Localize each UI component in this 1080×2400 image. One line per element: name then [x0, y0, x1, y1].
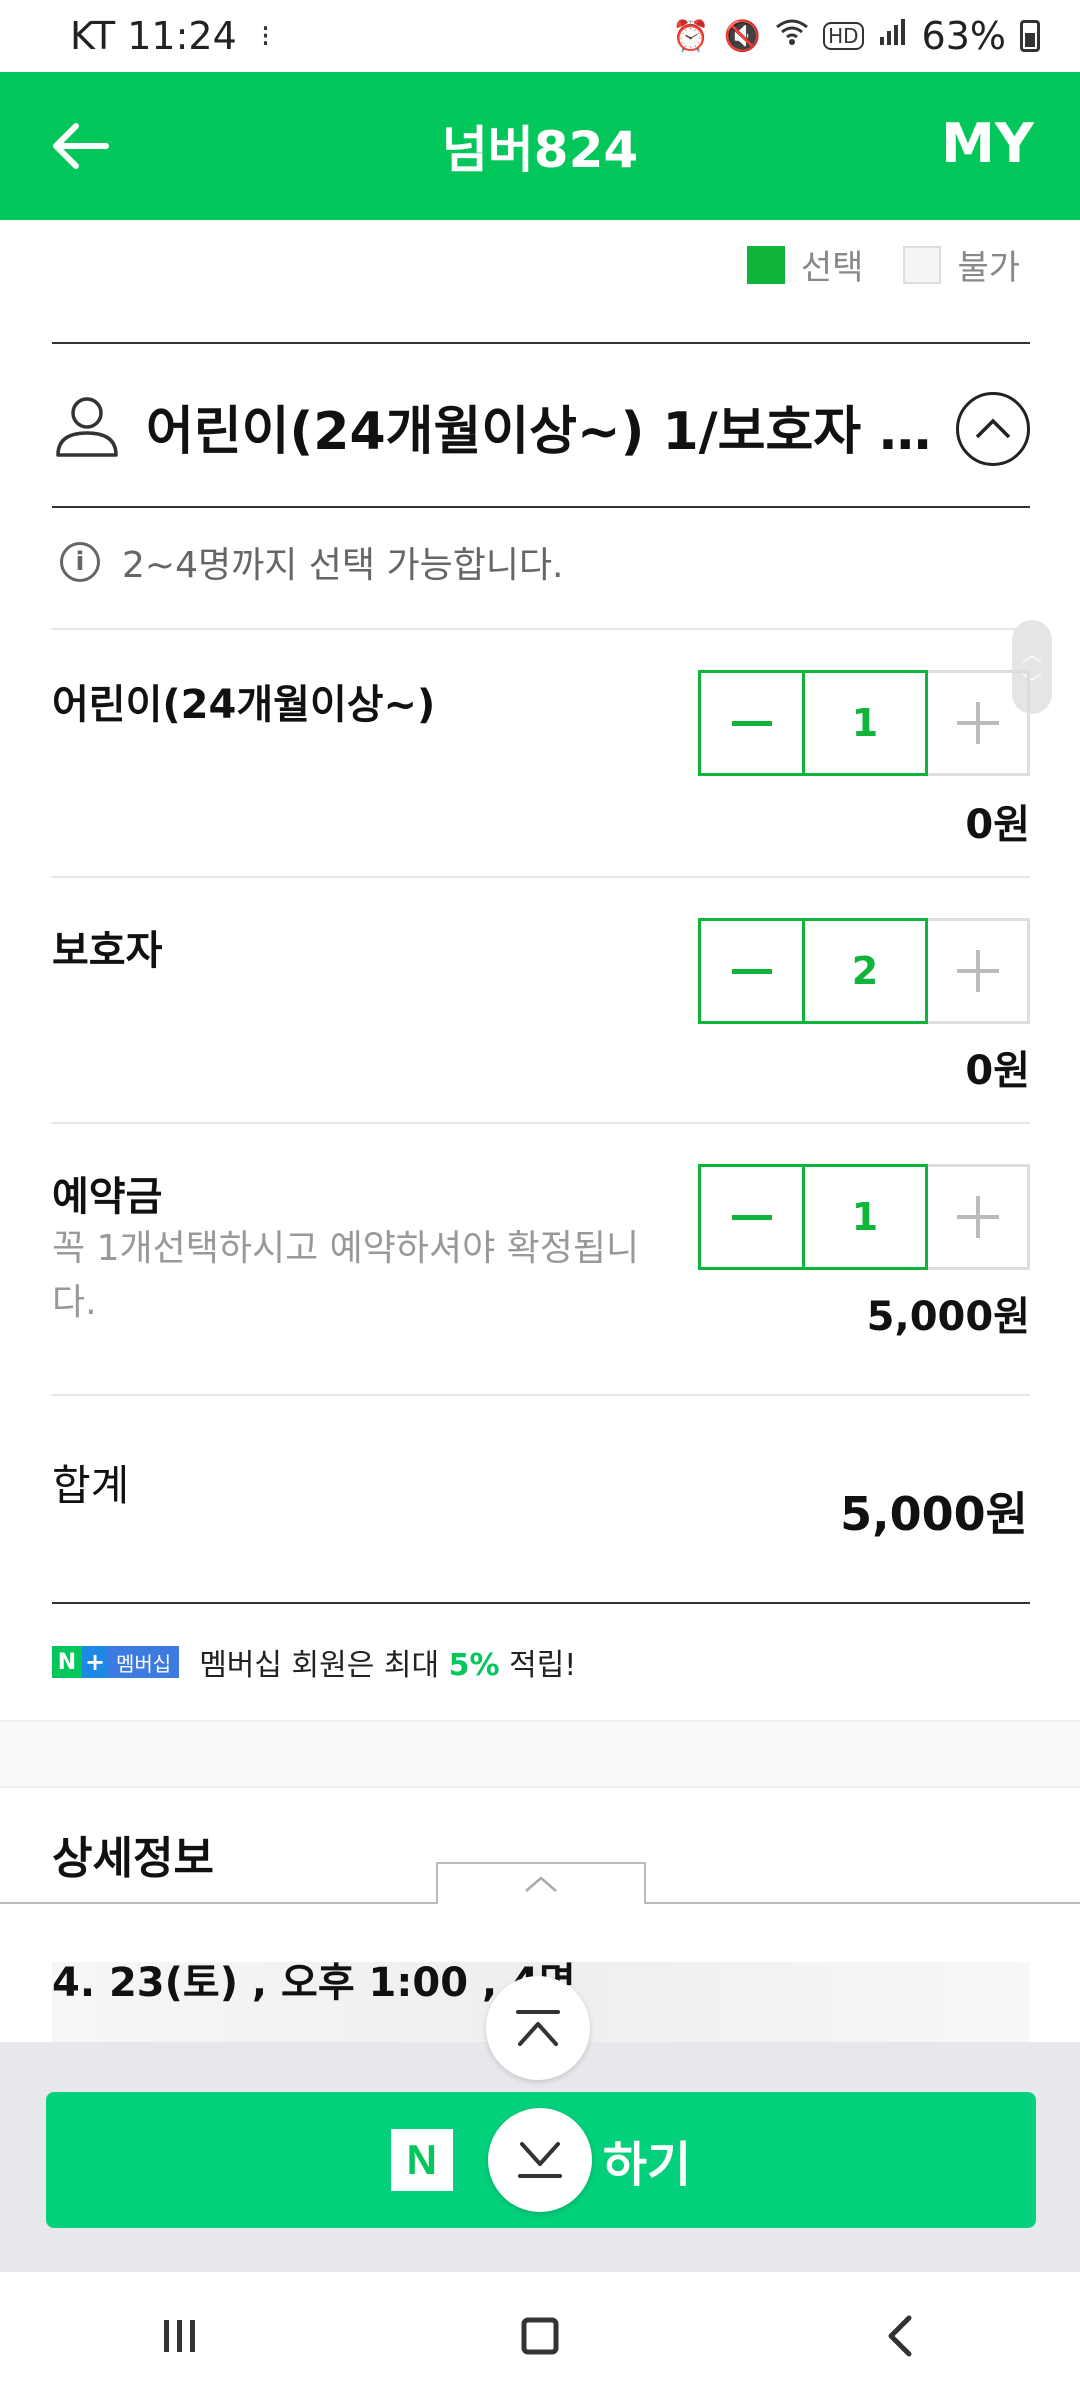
decrease-button[interactable] — [698, 918, 802, 1024]
carrier-time: KT 11:24 — [70, 14, 237, 58]
detail-section-title: 상세정보 — [52, 1833, 214, 1884]
collapse-button[interactable] — [956, 392, 1030, 466]
selection-summary[interactable]: 어린이(24개월이상~) 1/보호자 2/... — [52, 344, 1030, 508]
membership-text: 멤버십 회원은 최대 5% 적립! — [199, 1640, 576, 1684]
quantity-stepper: 1 — [698, 1164, 1030, 1270]
scroll-to-top-button[interactable] — [486, 1976, 590, 2080]
minus-icon — [731, 720, 772, 726]
badge-n: N — [52, 1646, 82, 1678]
increase-button[interactable] — [928, 670, 1030, 776]
badge-plus: + — [82, 1646, 108, 1678]
legend-selected-label: 선택 — [800, 248, 864, 288]
summary-text: 어린이(24개월이상~) 1/보호자 2/... — [146, 401, 946, 462]
legend-selected: 선택 — [746, 240, 864, 289]
quantity-stepper: 1 — [698, 670, 1030, 776]
divider — [52, 628, 1030, 630]
decrease-button[interactable] — [698, 1164, 802, 1270]
notification-dots-icon: ⁝ — [260, 18, 271, 54]
divider — [52, 506, 1030, 508]
quantity-stepper: 2 — [698, 918, 1030, 1024]
alarm-icon: ⏰ — [672, 18, 710, 54]
ticket-item-guardian: 보호자 2 0원 — [52, 916, 1030, 1126]
ticket-item-deposit: 예약금 꼭 1개선택하시고 예약하셔야 확정됩니다. 1 5,000원 — [52, 1162, 1030, 1392]
item-name: 보호자 — [52, 928, 163, 974]
scroll-to-bottom-button[interactable] — [488, 2108, 592, 2212]
info-icon: i — [60, 542, 100, 582]
membership-text-before: 멤버십 회원은 최대 — [199, 1648, 449, 1683]
naver-plus-membership-badge: N + 멤버십 — [52, 1646, 180, 1678]
minus-icon — [731, 1214, 772, 1220]
wifi-icon — [775, 17, 809, 55]
plus-icon — [956, 1196, 999, 1238]
signal-icon — [878, 17, 908, 55]
book-button-label: 하기 — [602, 2137, 692, 2193]
plus-icon — [956, 950, 999, 992]
ticket-item-child: 어린이(24개월이상~) 1 0원 — [52, 668, 1030, 878]
item-price: 0원 — [965, 802, 1030, 848]
chevron-up-icon — [525, 1876, 557, 1892]
unavailable-swatch — [903, 245, 942, 284]
status-bar: KT 11:24 ⁝ ⏰ 🔇 HD 63% — [0, 0, 1080, 72]
section-gap — [0, 1720, 1080, 1788]
chevron-left-icon — [888, 2315, 912, 2357]
page-title: 넘버824 — [441, 121, 639, 179]
info-notice: i 2~4명까지 선택 가능합니다. — [60, 536, 564, 588]
total-label: 합계 — [52, 1461, 130, 1510]
mute-icon: 🔇 — [723, 18, 762, 54]
membership-highlight: 5% — [448, 1648, 500, 1683]
item-price: 0원 — [965, 1048, 1030, 1094]
arrow-left-icon — [53, 123, 109, 169]
chevron-up-icon: ︿ — [1022, 642, 1042, 666]
hd-icon: HD — [823, 22, 864, 50]
back-button[interactable] — [44, 110, 116, 182]
info-text: 2~4명까지 선택 가능합니다. — [122, 545, 564, 586]
double-chevron-down-icon — [518, 2142, 562, 2178]
legend-unavailable-label: 불가 — [957, 248, 1020, 288]
plus-icon — [956, 702, 999, 744]
total-value: 5,000원 — [840, 1487, 1028, 1541]
item-name: 어린이(24개월이상~) — [52, 682, 436, 728]
decrease-button[interactable] — [698, 670, 802, 776]
divider — [52, 1394, 1030, 1396]
system-nav-bar — [0, 2272, 1080, 2400]
divider — [52, 1602, 1030, 1604]
npay-logo: N — [390, 2129, 453, 2191]
battery-icon — [1020, 20, 1040, 52]
my-button[interactable]: MY — [941, 112, 1034, 175]
home-icon — [521, 2317, 559, 2355]
item-name: 예약금 — [52, 1174, 163, 1220]
item-description: 꼭 1개선택하시고 예약하셔야 확정됩니다. — [52, 1228, 640, 1323]
double-chevron-up-icon — [516, 2010, 560, 2046]
quantity-value: 1 — [802, 670, 928, 776]
item-price: 5,000원 — [866, 1294, 1030, 1340]
drawer-handle[interactable] — [436, 1862, 646, 1904]
minus-icon — [731, 968, 772, 974]
recent-apps-button[interactable] — [120, 2286, 240, 2386]
chevron-up-icon — [975, 418, 1011, 439]
divider — [52, 876, 1030, 878]
membership-notice: N + 멤버십 멤버십 회원은 최대 5% 적립! — [52, 1640, 576, 1684]
person-icon — [56, 397, 118, 457]
increase-button[interactable] — [928, 1164, 1030, 1270]
home-button[interactable] — [480, 2286, 600, 2386]
legend: 선택 불가 — [725, 240, 1020, 289]
legend-unavailable: 불가 — [903, 240, 1020, 289]
badge-text: 멤버십 — [108, 1646, 180, 1678]
battery-percent: 63% — [921, 14, 1006, 58]
recent-apps-icon — [164, 2320, 195, 2352]
divider — [52, 1122, 1030, 1124]
quantity-value: 1 — [802, 1164, 928, 1270]
membership-text-after: 적립! — [499, 1648, 577, 1683]
increase-button[interactable] — [928, 918, 1030, 1024]
app-header: 넘버824 MY — [0, 72, 1080, 220]
system-back-button[interactable] — [840, 2286, 960, 2386]
selected-swatch — [746, 245, 785, 284]
quantity-value: 2 — [802, 918, 928, 1024]
